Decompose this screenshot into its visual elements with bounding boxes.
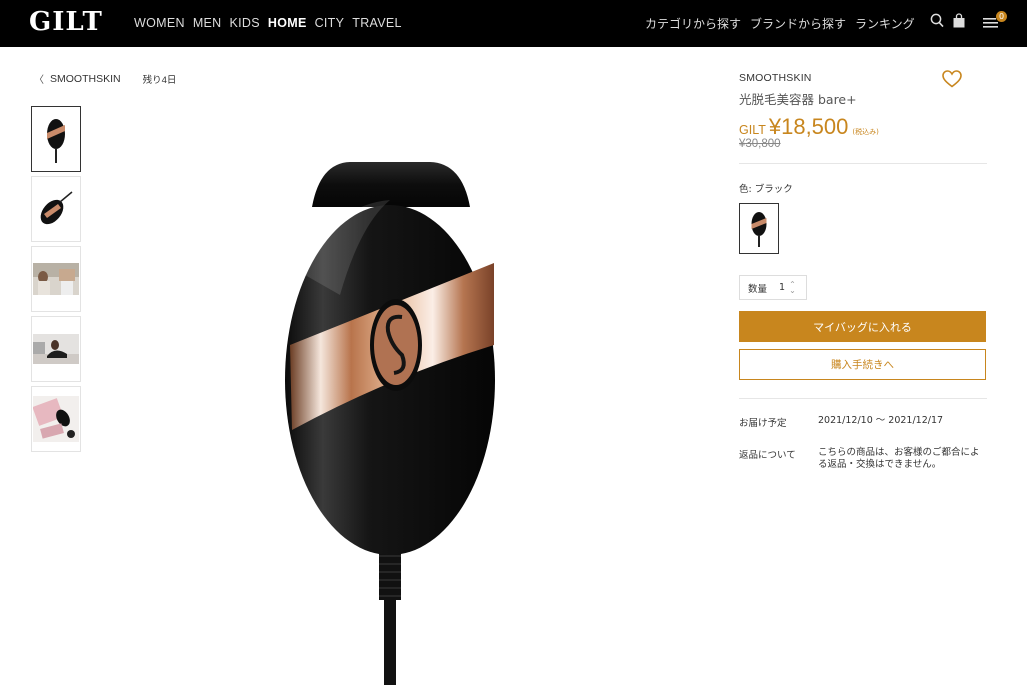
quantity-value: 1 xyxy=(779,282,786,293)
sub-nav: カテゴリから探す ブランドから探す ランキング xyxy=(645,15,915,32)
search-icon[interactable] xyxy=(930,13,944,29)
original-price: ¥30,800 xyxy=(739,138,781,150)
device-angle-thumbnail xyxy=(40,191,73,225)
device-swatch-image xyxy=(751,211,767,247)
top-navigation-bar: GILT WOMEN MEN KIDS HOME CITY TRAVEL カテゴ… xyxy=(0,0,1027,47)
price-line: GILT ¥18,500 (税込み) xyxy=(739,114,987,140)
nav-men[interactable]: MEN xyxy=(193,16,222,30)
color-swatch-black[interactable] xyxy=(739,203,779,254)
nav-brand-search[interactable]: ブランドから探す xyxy=(750,15,846,32)
returns-info: 返品について こちらの商品は、お客様のご都合による返品・交換はできません。 xyxy=(739,447,987,471)
returns-label: 返品について xyxy=(739,450,796,461)
delivery-info: お届け予定 2021/12/10 ～ 2021/12/17 xyxy=(739,415,987,429)
gilt-logo[interactable]: GILT xyxy=(29,7,103,37)
thumbnail-3[interactable] xyxy=(31,246,81,312)
nav-women[interactable]: WOMEN xyxy=(134,16,185,30)
delivery-label: お届け予定 xyxy=(739,418,787,429)
nav-kids[interactable]: KIDS xyxy=(230,16,260,30)
tax-note: (税込み) xyxy=(852,128,879,136)
shopping-bag-icon[interactable] xyxy=(952,13,966,29)
model-thumbnail xyxy=(33,334,79,364)
cart-count-badge: 0 xyxy=(996,11,1007,22)
returns-value: こちらの商品は、お客様のご都合による返品・交換はできません。 xyxy=(818,447,980,470)
quantity-label: 数量 xyxy=(748,283,768,295)
divider xyxy=(739,398,987,399)
lifestyle-thumbnail xyxy=(33,263,79,295)
chevron-left-icon[interactable]: 〈 xyxy=(34,71,44,86)
thumbnail-4[interactable] xyxy=(31,316,81,382)
product-name: 光脱毛美容器 bare+ xyxy=(739,92,857,107)
remaining-days: 残り4日 xyxy=(142,74,177,86)
heart-icon[interactable] xyxy=(942,70,962,88)
main-product-image xyxy=(285,162,495,685)
price-label: GILT xyxy=(739,123,766,137)
divider xyxy=(739,163,987,164)
thumbnail-5[interactable] xyxy=(31,386,81,452)
color-label: 色: ブラック xyxy=(739,184,793,195)
package-contents-thumbnail xyxy=(33,396,79,442)
thumbnail-2[interactable] xyxy=(31,176,81,242)
main-nav: WOMEN MEN KIDS HOME CITY TRAVEL xyxy=(134,16,402,30)
nav-category-search[interactable]: カテゴリから探す xyxy=(645,15,741,32)
device-front-thumbnail xyxy=(47,119,65,163)
nav-home[interactable]: HOME xyxy=(268,16,307,30)
sale-price: ¥18,500 xyxy=(768,114,849,139)
quantity-selector[interactable]: 数量 1 ⌃ ⌄ xyxy=(739,275,807,300)
breadcrumb: 〈 SMOOTHSKIN 残り4日 xyxy=(34,71,177,87)
quantity-stepper-icon[interactable]: ⌃ ⌄ xyxy=(789,280,796,294)
nav-ranking[interactable]: ランキング xyxy=(855,15,915,32)
nav-city[interactable]: CITY xyxy=(315,16,345,30)
product-detail-panel: SMOOTHSKIN 光脱毛美容器 bare+ GILT ¥18,500 (税込… xyxy=(739,70,987,471)
thumbnail-list xyxy=(31,106,81,456)
checkout-button[interactable]: 購入手続きへ xyxy=(739,349,986,380)
nav-travel[interactable]: TRAVEL xyxy=(352,16,402,30)
delivery-value: 2021/12/10 ～ 2021/12/17 xyxy=(818,415,944,426)
breadcrumb-brand-link[interactable]: SMOOTHSKIN xyxy=(50,73,121,85)
thumbnail-1[interactable] xyxy=(31,106,81,172)
add-to-cart-button[interactable]: マイバッグに入れる xyxy=(739,311,986,342)
